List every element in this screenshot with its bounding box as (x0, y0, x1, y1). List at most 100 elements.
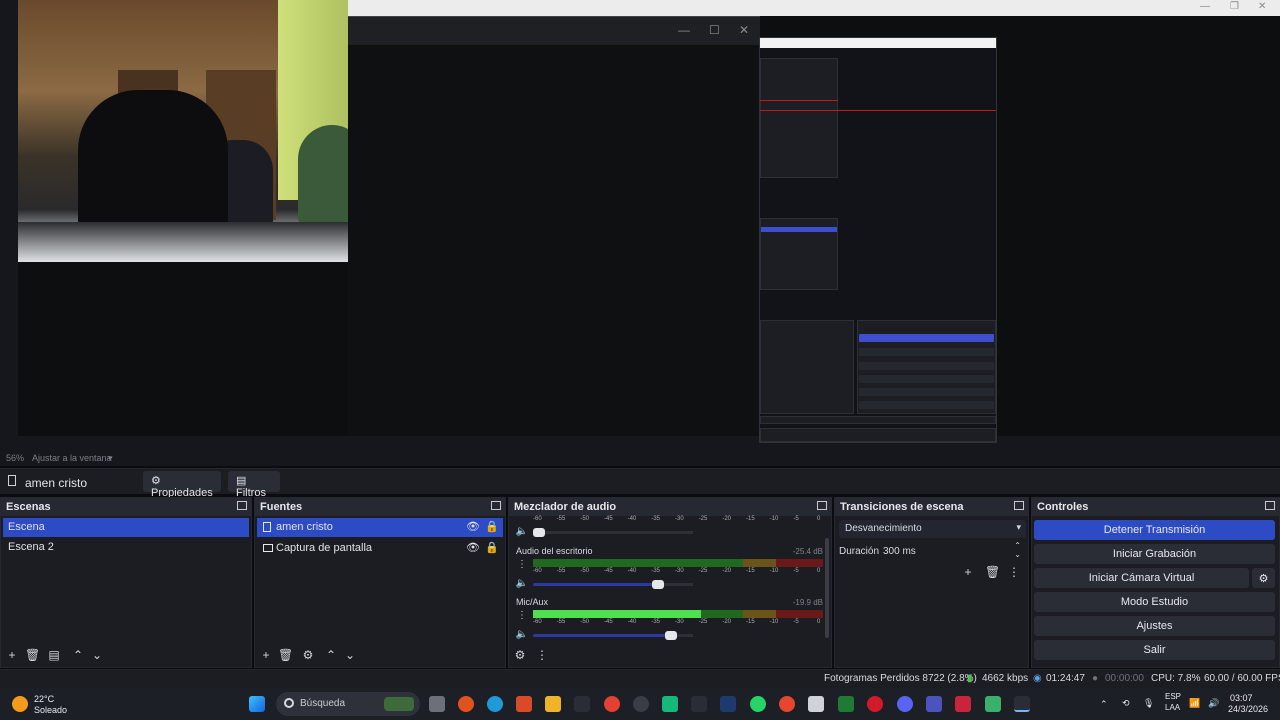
volume-slider[interactable] (533, 528, 693, 537)
volume-slider[interactable] (533, 580, 693, 589)
studio-mode-button[interactable]: Modo Estudio (1034, 592, 1275, 612)
chevron-down-icon[interactable]: ▾ (108, 453, 113, 464)
trash-icon[interactable]: 🗑 (25, 648, 40, 662)
app-icon[interactable] (458, 696, 474, 712)
audio-meter (533, 559, 823, 567)
capcut-icon[interactable] (574, 696, 590, 712)
lock-icon[interactable]: 🔒 (485, 520, 499, 533)
nested-transitions (760, 320, 854, 414)
layout-label[interactable]: LAA (1165, 703, 1180, 712)
settings-button[interactable]: Ajustes (1034, 616, 1275, 636)
popout-icon[interactable] (491, 501, 501, 510)
mixer-scrollbar[interactable] (825, 538, 829, 638)
chevron-down-icon[interactable]: ⌄ (1014, 550, 1021, 559)
mic-icon[interactable]: 🎙 (1143, 698, 1154, 709)
source-item[interactable]: Captura de pantalla 👁 🔒 (257, 539, 503, 558)
app-icon[interactable] (985, 696, 1001, 712)
discord-icon[interactable] (897, 696, 913, 712)
speaker-icon[interactable]: 🔈 (515, 525, 529, 539)
start-recording-button[interactable]: Iniciar Grabación (1034, 544, 1275, 564)
chevron-down-icon[interactable]: ⌄ (90, 648, 104, 662)
virtual-camera-settings-button[interactable]: ⚙ (1252, 568, 1275, 588)
start-virtual-camera-button[interactable]: Iniciar Cámara Virtual (1034, 568, 1249, 588)
volume-slider-knob[interactable] (664, 631, 677, 640)
whatsapp-icon[interactable] (750, 696, 766, 712)
kebab-menu-icon[interactable]: ⋮ (535, 648, 549, 662)
chevron-up-icon[interactable]: ⌃ (1100, 699, 1108, 710)
add-icon[interactable]: + (5, 648, 19, 662)
excel-icon[interactable] (838, 696, 854, 712)
add-icon[interactable]: + (961, 565, 975, 579)
chevron-up-icon[interactable]: ⌃ (71, 648, 85, 662)
trash-icon[interactable]: 🗑 (278, 648, 293, 662)
nested-red-line (760, 100, 838, 101)
properties-button[interactable]: ⚙ Propiedades (143, 471, 221, 499)
chevron-down-icon[interactable]: ⌄ (343, 648, 357, 662)
controls-title-label: Controles (1037, 501, 1089, 513)
speaker-icon[interactable]: 🔈 (515, 577, 529, 591)
task-view-icon[interactable] (429, 696, 445, 712)
network-icon[interactable]: ⟲ (1122, 698, 1130, 709)
app-icon[interactable] (516, 696, 532, 712)
chevron-up-icon[interactable]: ⌃ (1014, 541, 1021, 550)
volume-slider-knob[interactable] (533, 528, 545, 537)
app-icon[interactable] (955, 696, 971, 712)
app-icon[interactable] (808, 696, 824, 712)
volume-icon[interactable]: 🔊 (1208, 698, 1219, 709)
transition-select[interactable]: Desvanecimiento ▾ (839, 520, 1026, 538)
edge-icon[interactable] (487, 696, 503, 712)
popout-icon[interactable] (237, 501, 247, 510)
terminal-icon[interactable] (1014, 696, 1030, 712)
steam-icon[interactable] (720, 696, 736, 712)
trash-icon[interactable]: 🗑 (985, 565, 1000, 579)
app-icon[interactable] (779, 696, 795, 712)
duration-input[interactable]: 300 ms ⌃ ⌄ (879, 541, 1026, 560)
transition-selected: Desvanecimiento (845, 523, 922, 534)
windows-start-icon[interactable] (249, 696, 265, 712)
kebab-menu-icon[interactable]: ⋮ (515, 558, 529, 572)
clock-date[interactable]: 24/3/2026 (1228, 704, 1268, 714)
scene-item[interactable]: Escena 2 (3, 538, 249, 557)
sun-icon[interactable] (12, 696, 28, 712)
scene-item[interactable]: Escena (3, 518, 249, 537)
eye-icon[interactable]: 👁 (466, 520, 480, 533)
opera-icon[interactable] (867, 696, 883, 712)
gear-icon[interactable]: ⚙ (513, 648, 527, 662)
current-source-name: amen cristo (25, 476, 88, 490)
popout-icon[interactable] (1014, 501, 1024, 510)
maximize-icon: ☐ (709, 23, 720, 37)
webcam-source[interactable] (18, 0, 366, 262)
volume-slider[interactable] (533, 631, 693, 640)
app-icon[interactable] (662, 696, 678, 712)
exit-button[interactable]: Salir (1034, 640, 1275, 660)
lock-icon[interactable]: 🔒 (485, 541, 499, 554)
kebab-menu-icon[interactable]: ⋮ (515, 609, 529, 623)
bitrate: 4662 kbps (982, 673, 1029, 684)
preview-area[interactable]: — ❐ ✕ — ☐ ✕ 56% Ajustar a la ventana ▾ (0, 0, 1280, 466)
eye-icon[interactable]: 👁 (466, 541, 480, 554)
file-explorer-icon[interactable] (545, 696, 561, 712)
app-icon[interactable] (691, 696, 707, 712)
obs-icon[interactable] (633, 696, 649, 712)
wifi-icon[interactable]: 📶 (1189, 698, 1200, 709)
filters-button[interactable]: ▤ Filtros (228, 471, 280, 499)
chevron-up-icon[interactable]: ⌃ (324, 648, 338, 662)
popout-icon[interactable] (1265, 501, 1275, 510)
fit-window-select[interactable]: Ajustar a la ventana (32, 453, 112, 463)
chrome-icon[interactable] (604, 696, 620, 712)
gear-icon[interactable]: ⚙ (301, 648, 315, 662)
clock-time[interactable]: 03:07 (1230, 693, 1253, 703)
sources-dock: Fuentes amen cristo 👁 🔒 Captura de panta… (254, 497, 506, 668)
search-box[interactable]: Búsqueda (276, 692, 420, 716)
teams-icon[interactable] (926, 696, 942, 712)
popout-icon[interactable] (817, 501, 827, 510)
kebab-menu-icon[interactable]: ⋮ (1007, 565, 1021, 579)
sources-title: Fuentes (255, 498, 505, 516)
stop-stream-button[interactable]: Detener Transmisión (1034, 520, 1275, 540)
speaker-icon[interactable]: 🔈 (515, 628, 529, 642)
source-item[interactable]: amen cristo 👁 🔒 (257, 518, 503, 537)
language-label[interactable]: ESP (1165, 692, 1181, 701)
volume-slider-knob[interactable] (651, 580, 664, 589)
filter-icon[interactable]: ▤ (47, 648, 61, 662)
add-icon[interactable]: + (259, 648, 273, 662)
